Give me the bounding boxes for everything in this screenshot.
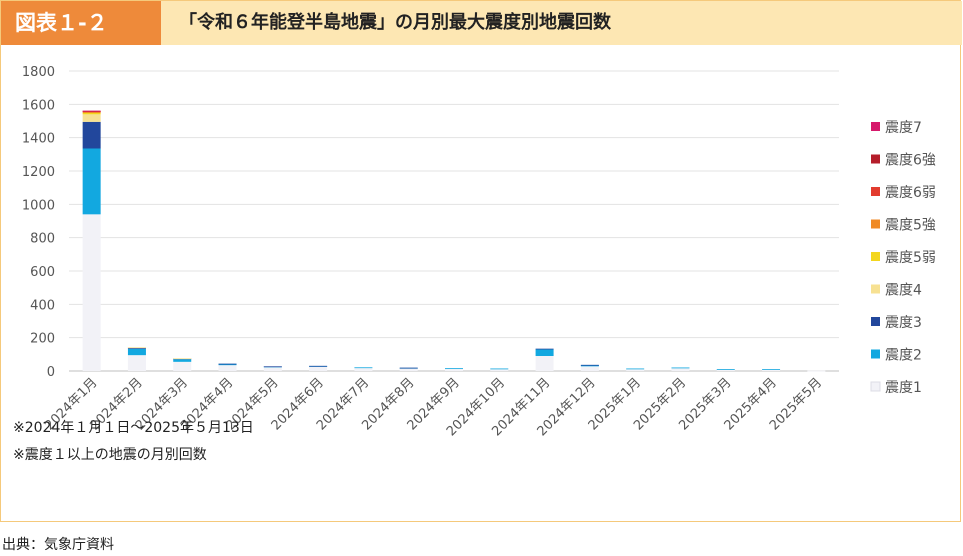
bar-segment xyxy=(671,368,690,371)
bar-segment xyxy=(173,358,192,360)
y-axis-tick-labels: 0 200 400 600 800 1000 1200 1400 1600 1800 xyxy=(22,65,55,380)
bar-segment xyxy=(218,363,237,365)
chart-title: 「令和６年能登半島地震」の月別最大震度別地震回数 xyxy=(179,12,611,33)
bar-segment xyxy=(535,348,554,350)
bar-segment xyxy=(82,114,101,122)
bar-segment xyxy=(263,366,282,368)
stacked-bar-chart: 020040060080010001200140016001800 2024年1… xyxy=(22,65,936,439)
bar-segment xyxy=(445,368,463,369)
bar-segment xyxy=(807,370,826,372)
bar-segment xyxy=(580,364,599,366)
source-credit: 出典：気象庁資料 xyxy=(2,537,114,553)
bar-segment xyxy=(82,214,101,371)
bar-segment xyxy=(82,110,101,112)
bar-segment xyxy=(626,368,645,370)
bar-segment xyxy=(309,366,328,371)
figure-number-badge: 図表１-２ xyxy=(1,1,161,45)
bar-segment xyxy=(535,356,554,371)
y-tick-label: 800 xyxy=(30,232,55,247)
bar-segment xyxy=(354,367,373,369)
bar-segment xyxy=(535,349,554,356)
bar-segment xyxy=(173,361,192,371)
legend-swatch xyxy=(871,154,880,164)
bar-segment xyxy=(218,365,237,371)
bar-segment xyxy=(399,367,418,369)
header-bar: 図表１-２ 「令和６年能登半島地震」の月別最大震度別地震回数 xyxy=(1,1,962,45)
note-date-range: ※2024年１月１日～2025年５月13日 xyxy=(13,420,254,436)
legend-label: 震度6強 xyxy=(885,153,936,169)
bar-segment xyxy=(354,368,373,371)
legend-swatch xyxy=(871,252,880,261)
bar-segment xyxy=(490,368,509,370)
legend-label: 震度6弱 xyxy=(885,185,936,201)
bar-segment xyxy=(82,113,101,115)
legend-label: 震度4 xyxy=(885,283,922,299)
y-tick-label: 1800 xyxy=(22,65,55,80)
legend-label: 震度5弱 xyxy=(885,250,936,266)
legend-label: 震度3 xyxy=(885,315,922,331)
legend-swatch xyxy=(871,349,880,359)
bars xyxy=(82,110,826,372)
bar-segment xyxy=(127,347,146,349)
bar-segment xyxy=(82,121,101,149)
chart-frame: 図表１-２ 「令和６年能登半島地震」の月別最大震度別地震回数 0 200 400 60… xyxy=(0,0,962,522)
grid-lines xyxy=(69,70,839,372)
legend-swatch xyxy=(871,317,880,326)
note-intensity-threshold: ※震度１以上の地震の月別回数 xyxy=(13,447,207,463)
y-tick-label: 400 xyxy=(30,298,55,313)
bar-segment xyxy=(399,368,418,371)
bar-segment xyxy=(762,369,781,370)
bar-segment xyxy=(82,148,101,215)
bar-segment xyxy=(263,367,282,371)
y-tick-label: 1600 xyxy=(22,98,55,113)
legend-label: 震度1 xyxy=(885,380,922,396)
legend-swatch xyxy=(871,187,880,196)
bar-segment xyxy=(671,367,690,369)
legend-swatch xyxy=(871,122,880,131)
y-tick-label: 1000 xyxy=(22,198,55,213)
y-tick-label: 0 xyxy=(47,365,55,380)
legend-label: 震度5強 xyxy=(885,218,936,234)
y-tick-label: 1400 xyxy=(22,132,55,147)
bar-segment xyxy=(127,355,146,371)
legend-label: 震度2 xyxy=(885,348,922,364)
bar-segment xyxy=(580,366,599,371)
bar-segment xyxy=(445,368,463,371)
y-tick-label: 200 xyxy=(30,332,55,347)
bar-segment xyxy=(127,348,146,356)
legend-swatch xyxy=(871,284,880,294)
bar-segment xyxy=(173,359,192,362)
y-tick-label: 600 xyxy=(30,265,55,280)
legend-label: 震度7 xyxy=(885,120,922,136)
y-tick-label: 1200 xyxy=(22,165,55,180)
bar-segment xyxy=(309,365,328,367)
legend-swatch xyxy=(870,381,881,392)
bar-segment xyxy=(716,369,735,370)
legend: 震度7 震度6強震度6弱震度5強震度5弱震度4 震度3 震度2 震度1 xyxy=(870,120,936,396)
legend-swatch xyxy=(871,219,880,229)
